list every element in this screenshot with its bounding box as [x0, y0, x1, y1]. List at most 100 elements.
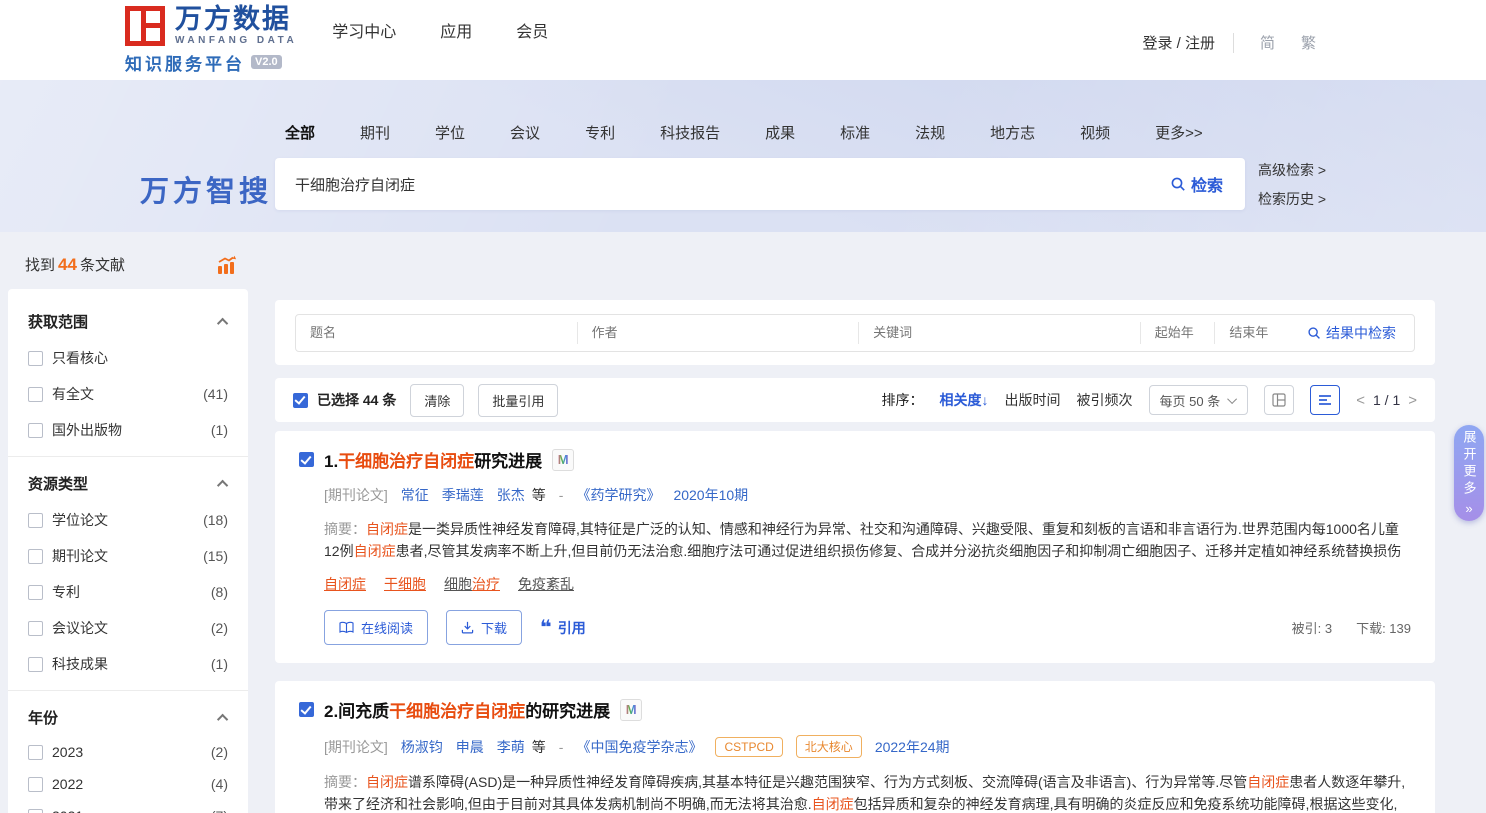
tab-achievements[interactable]: 成果 — [765, 122, 795, 143]
next-page-button[interactable]: > — [1408, 392, 1417, 409]
tab-standards[interactable]: 标准 — [840, 122, 870, 143]
filter-patent[interactable]: 专利 (8) — [28, 582, 228, 602]
refine-title-input[interactable] — [296, 325, 577, 340]
refine-author-input[interactable] — [578, 325, 859, 340]
author-link[interactable]: 杨淑钧 — [401, 737, 443, 757]
journal-link[interactable]: 《中国免疫学杂志》 — [576, 737, 702, 757]
author-link[interactable]: 张杰 — [497, 485, 525, 505]
author-link[interactable]: 申晨 — [456, 737, 484, 757]
search-input[interactable] — [275, 176, 1148, 193]
filter-degree-thesis[interactable]: 学位论文 (18) — [28, 510, 228, 530]
grid-view-button[interactable] — [1264, 385, 1294, 415]
tab-more[interactable]: 更多>> — [1155, 122, 1203, 143]
tab-local-records[interactable]: 地方志 — [990, 122, 1035, 143]
issue-link[interactable]: 2022年24期 — [875, 737, 950, 757]
refine-end-year-input[interactable] — [1215, 325, 1289, 340]
nav-membership[interactable]: 会员 — [516, 18, 548, 42]
result-checkbox[interactable] — [299, 452, 314, 467]
filter-fulltext[interactable]: 有全文 (41) — [28, 384, 228, 404]
nav-learning-center[interactable]: 学习中心 — [332, 18, 396, 42]
filter-year-2021[interactable]: 2021 (7) — [28, 808, 228, 813]
lang-traditional[interactable]: 繁 — [1301, 32, 1316, 53]
result-title-link[interactable]: 1.干细胞治疗自闭症研究进展 — [324, 447, 542, 472]
filter-foreign-publications[interactable]: 国外出版物 (1) — [28, 420, 228, 440]
cite-button[interactable]: ❝ 引用 — [540, 618, 586, 638]
lang-simplified[interactable]: 简 — [1260, 32, 1275, 53]
checkbox-patent[interactable] — [28, 585, 43, 600]
filter-year-2023[interactable]: 2023 (2) — [28, 744, 228, 760]
keyword-link[interactable]: 干细胞 — [384, 574, 426, 594]
grid-view-icon — [1272, 393, 1286, 407]
expand-more-panel-button[interactable]: 展开更多 » — [1454, 425, 1484, 521]
keyword-link[interactable]: 细胞治疗 — [444, 574, 500, 594]
checkbox-year-2023[interactable] — [28, 745, 43, 760]
checkbox-tech-achievement[interactable] — [28, 657, 43, 672]
tab-all[interactable]: 全部 — [285, 122, 315, 143]
checkbox-year-2022[interactable] — [28, 777, 43, 792]
keyword-link[interactable]: 自闭症 — [324, 574, 366, 594]
tab-patent[interactable]: 专利 — [585, 122, 615, 143]
author-link[interactable]: 李萌 — [497, 737, 525, 757]
checkbox-journal-paper[interactable] — [28, 549, 43, 564]
prev-page-button[interactable]: < — [1356, 392, 1365, 409]
section-header-year[interactable]: 年份 — [28, 707, 228, 728]
author-link[interactable]: 季瑞莲 — [442, 485, 484, 505]
download-button[interactable]: 下载 — [446, 610, 522, 645]
filter-conference-paper[interactable]: 会议论文 (2) — [28, 618, 228, 638]
tab-regulations[interactable]: 法规 — [915, 122, 945, 143]
page-size-select[interactable]: 每页 50 条 — [1149, 385, 1249, 415]
search-in-results-button[interactable]: 结果中检索 — [1289, 323, 1414, 343]
filter-core-only[interactable]: 只看核心 — [28, 348, 228, 368]
tab-degree[interactable]: 学位 — [435, 122, 465, 143]
filter-year-2022[interactable]: 2022 (4) — [28, 776, 228, 792]
issue-link[interactable]: 2020年10期 — [673, 485, 748, 505]
result-title-link[interactable]: 2.间充质干细胞治疗自闭症的研究进展 — [324, 697, 610, 722]
tab-video[interactable]: 视频 — [1080, 122, 1110, 143]
login-register-link[interactable]: 登录 / 注册 — [1142, 32, 1215, 53]
checkbox-year-2021[interactable] — [28, 809, 43, 813]
tab-journal[interactable]: 期刊 — [360, 122, 390, 143]
filter-section-access-scope: 获取范围 只看核心 有全文 (41) 国外出版物 (1) — [8, 295, 248, 448]
m-badge-icon[interactable]: M — [620, 699, 642, 721]
sort-by-citations[interactable]: 被引频次 — [1077, 390, 1133, 410]
nav-apps[interactable]: 应用 — [440, 18, 472, 42]
author-link[interactable]: 常征 — [401, 485, 429, 505]
select-all-checkbox[interactable] — [293, 393, 308, 408]
filter-journal-paper[interactable]: 期刊论文 (15) — [28, 546, 228, 566]
clear-selection-button[interactable]: 清除 — [410, 384, 464, 417]
sort-by-relevance[interactable]: 相关度↓ — [940, 390, 989, 410]
keyword-link[interactable]: 免疫紊乱 — [518, 574, 574, 594]
separator: - — [559, 739, 564, 755]
statistics-chart-icon[interactable] — [215, 255, 237, 275]
checkbox-core-only[interactable] — [28, 351, 43, 366]
tab-conference[interactable]: 会议 — [510, 122, 540, 143]
result-checkbox[interactable] — [299, 702, 314, 717]
checkbox-fulltext[interactable] — [28, 387, 43, 402]
download-count: 下载: 139 — [1356, 618, 1411, 637]
m-badge-icon[interactable]: M — [552, 449, 574, 471]
etal-label: 等 — [532, 737, 546, 757]
section-header-access-scope[interactable]: 获取范围 — [28, 311, 228, 332]
wanfang-logo[interactable]: 万方数据 WANFANG DATA 知识服务平台 V2.0 — [125, 6, 297, 75]
checkbox-conference-paper[interactable] — [28, 621, 43, 636]
checkbox-foreign-publications[interactable] — [28, 423, 43, 438]
search-history-link[interactable]: 检索历史 > — [1258, 189, 1326, 209]
result-count-number: 44 — [55, 255, 80, 274]
filter-sidebar: 找到44条文献 获取范围 — [0, 232, 262, 813]
filter-tech-achievement[interactable]: 科技成果 (1) — [28, 654, 228, 674]
wanfang-logo-icon — [125, 6, 165, 46]
section-header-resource-type[interactable]: 资源类型 — [28, 473, 228, 494]
refine-keyword-input[interactable] — [859, 325, 1140, 340]
pku-core-badge: 北大核心 — [796, 735, 862, 758]
sort-by-publish-date[interactable]: 出版时间 — [1005, 390, 1061, 410]
advanced-search-link[interactable]: 高级检索 > — [1258, 160, 1326, 180]
checkbox-degree-thesis[interactable] — [28, 513, 43, 528]
read-online-button[interactable]: 在线阅读 — [324, 610, 428, 645]
journal-link[interactable]: 《药学研究》 — [576, 485, 660, 505]
list-view-button[interactable] — [1310, 385, 1340, 415]
batch-cite-button[interactable]: 批量引用 — [478, 384, 558, 417]
refine-start-year-input[interactable] — [1141, 325, 1215, 340]
search-hero-band: 万方智搜 全部 期刊 学位 会议 专利 科技报告 成果 标准 法规 地方志 视频… — [0, 80, 1486, 232]
search-button[interactable]: 检索 — [1148, 172, 1245, 196]
tab-tech-report[interactable]: 科技报告 — [660, 122, 720, 143]
